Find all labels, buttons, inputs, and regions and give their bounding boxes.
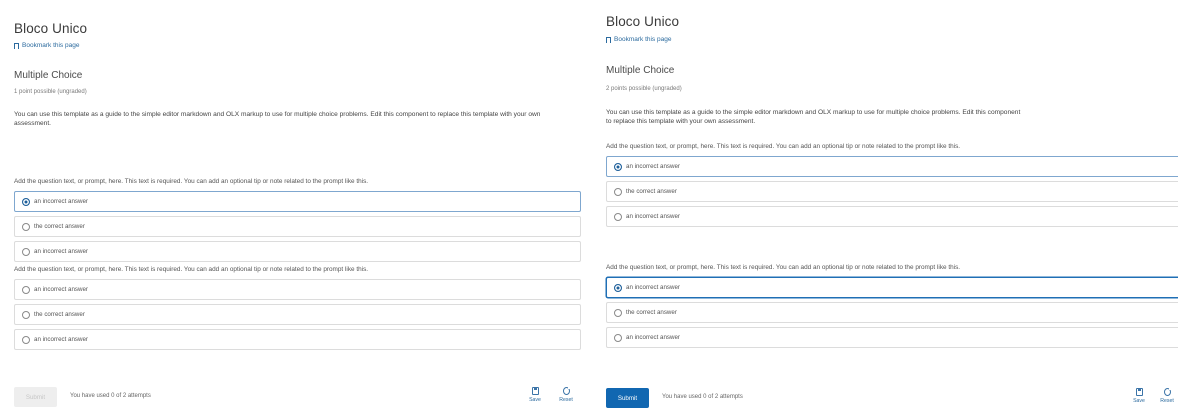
choice-label: the correct answer	[34, 311, 85, 318]
choice-label: an incorrect answer	[626, 163, 680, 170]
choice-label: an incorrect answer	[626, 213, 680, 220]
radio-button[interactable]	[22, 285, 30, 294]
choice-option[interactable]: an incorrect answer	[606, 327, 1178, 348]
radio-button[interactable]	[614, 283, 622, 292]
question-prompt: Add the question text, or prompt, here. …	[606, 143, 961, 150]
problem-title: Multiple Choice	[606, 65, 675, 76]
question-prompt: Add the question text, or prompt, here. …	[606, 264, 961, 271]
intro-line: to replace this template with your own a…	[606, 118, 756, 125]
radio-button[interactable]	[614, 212, 622, 221]
choice-label: an incorrect answer	[626, 284, 680, 291]
choice-label: the correct answer	[626, 188, 677, 195]
save-icon	[531, 387, 539, 395]
choice-option[interactable]: the correct answer	[14, 216, 581, 237]
choice-label: an incorrect answer	[626, 334, 680, 341]
unit-title: Bloco Unico	[14, 21, 88, 36]
bookmark-label: Bookmark this page	[614, 36, 672, 43]
reset-button[interactable]: Reset	[1157, 387, 1177, 404]
problem-footer: Submit You have used 0 of 2 attempts Sav…	[606, 387, 1178, 410]
question-prompt: Add the question text, or prompt, here. …	[14, 178, 369, 185]
points-label: 2 points possible (ungraded)	[606, 86, 682, 92]
bookmark-link[interactable]: Bookmark this page	[14, 42, 79, 49]
choice-label: an incorrect answer	[34, 198, 88, 205]
radio-button[interactable]	[614, 187, 622, 196]
bookmark-link[interactable]: Bookmark this page	[606, 36, 671, 43]
choice-option[interactable]: an incorrect answer	[606, 277, 1178, 298]
points-label: 1 point possible (ungraded)	[14, 89, 87, 95]
problem-panel-right: Bloco Unico Bookmark this page Multiple …	[600, 0, 1178, 413]
reset-icon	[562, 386, 571, 395]
question-prompt: Add the question text, or prompt, here. …	[14, 266, 369, 273]
reset-label: Reset	[1160, 398, 1174, 404]
choice-option[interactable]: an incorrect answer	[606, 206, 1178, 227]
save-button[interactable]: Save	[1129, 388, 1149, 404]
radio-button[interactable]	[22, 247, 30, 256]
choice-option[interactable]: the correct answer	[606, 181, 1178, 202]
radio-button[interactable]	[22, 222, 30, 231]
problem-intro: You can use this template as a guide to …	[606, 108, 1178, 126]
choice-option[interactable]: an incorrect answer	[14, 241, 581, 262]
unit-title: Bloco Unico	[606, 14, 680, 29]
question-group-2: Add the question text, or prompt, here. …	[14, 264, 581, 350]
problem-title: Multiple Choice	[14, 70, 83, 81]
choice-label: an incorrect answer	[34, 286, 88, 293]
question-group-1: Add the question text, or prompt, here. …	[606, 141, 1178, 227]
radio-button[interactable]	[22, 335, 30, 344]
choice-option[interactable]: an incorrect answer	[14, 329, 581, 350]
save-button[interactable]: Save	[525, 387, 545, 403]
choice-label: the correct answer	[34, 223, 85, 230]
reset-button[interactable]: Reset	[556, 386, 576, 403]
submit-button[interactable]: Submit	[606, 388, 649, 408]
attempts-text: You have used 0 of 2 attempts	[70, 393, 151, 399]
radio-button[interactable]	[614, 162, 622, 171]
reset-icon	[1163, 387, 1172, 396]
bookmark-icon	[606, 36, 611, 43]
problem-intro: You can use this template as a guide to …	[14, 111, 541, 127]
radio-button[interactable]	[614, 333, 622, 342]
save-icon	[1135, 388, 1143, 396]
question-group-1: Add the question text, or prompt, here. …	[14, 176, 581, 262]
save-label: Save	[529, 397, 541, 403]
choice-option[interactable]: the correct answer	[606, 302, 1178, 323]
bookmark-label: Bookmark this page	[22, 42, 80, 49]
choice-option[interactable]: the correct answer	[14, 304, 581, 325]
choice-label: the correct answer	[626, 309, 677, 316]
save-label: Save	[1133, 398, 1145, 404]
intro-line: You can use this template as a guide to …	[606, 109, 1021, 116]
radio-button[interactable]	[22, 197, 30, 206]
choice-label: an incorrect answer	[34, 336, 88, 343]
choice-option[interactable]: an incorrect answer	[606, 156, 1178, 177]
attempts-text: You have used 0 of 2 attempts	[662, 394, 743, 400]
problem-footer: Submit You have used 0 of 2 attempts Sav…	[14, 386, 585, 409]
question-group-2: Add the question text, or prompt, here. …	[606, 262, 1178, 348]
bookmark-icon	[14, 42, 19, 49]
submit-button[interactable]: Submit	[14, 387, 57, 407]
radio-button[interactable]	[614, 308, 622, 317]
radio-button[interactable]	[22, 310, 30, 319]
reset-label: Reset	[559, 397, 573, 403]
choice-option[interactable]: an incorrect answer	[14, 279, 581, 300]
choice-label: an incorrect answer	[34, 248, 88, 255]
choice-option[interactable]: an incorrect answer	[14, 191, 581, 212]
problem-panel-left: Bloco Unico Bookmark this page Multiple …	[0, 0, 585, 413]
